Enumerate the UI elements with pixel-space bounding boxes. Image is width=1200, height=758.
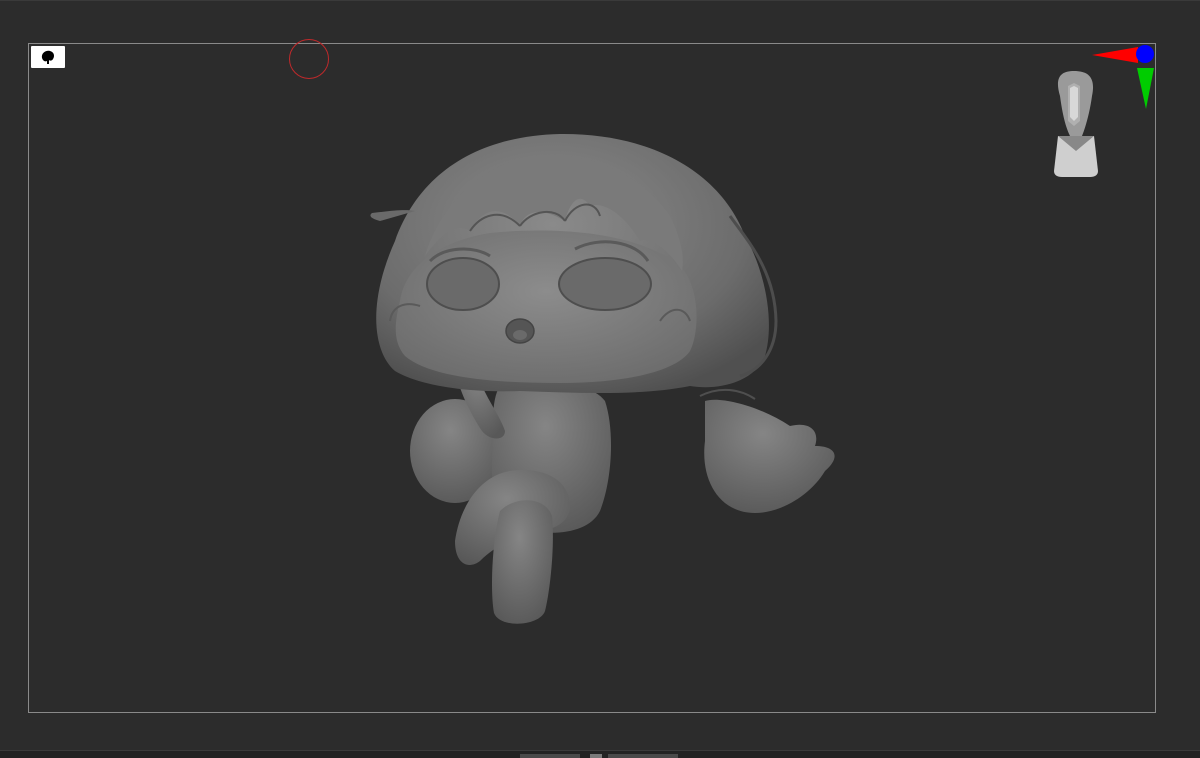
leg-lower — [492, 500, 553, 624]
axis-x-arrow — [1092, 47, 1138, 63]
bottom-tab-left[interactable] — [520, 754, 580, 758]
bottom-tab-handle[interactable] — [590, 754, 602, 758]
axis-y-arrow — [1137, 68, 1154, 109]
zbrush-canvas[interactable] — [0, 0, 1200, 758]
right-pigtail — [699, 388, 835, 513]
mouth — [505, 318, 535, 344]
sculpt-model[interactable] — [0, 1, 1200, 758]
bottom-tab-right[interactable] — [608, 754, 678, 758]
axis-z-dot — [1136, 45, 1154, 63]
orientation-head-icon — [1054, 71, 1098, 177]
orientation-gizmo[interactable] — [1040, 41, 1160, 186]
